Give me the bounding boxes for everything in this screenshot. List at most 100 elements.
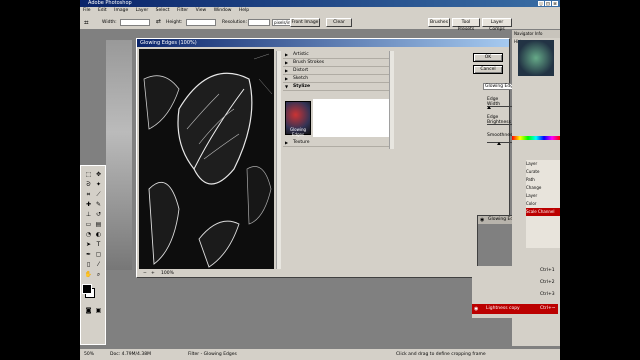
- close-button[interactable]: ×: [552, 1, 558, 6]
- layer-row[interactable]: Ctrl+2: [480, 278, 558, 288]
- menu-layer[interactable]: Layer: [136, 8, 149, 13]
- hand-tool-icon[interactable]: ✋: [84, 270, 93, 279]
- menu-file[interactable]: File: [83, 8, 91, 13]
- folder-brush-strokes[interactable]: ▶ Brush Strokes: [283, 59, 389, 67]
- folder-texture[interactable]: ▶ Texture: [283, 139, 389, 147]
- status-bar: 50% Doc: 4.79M/4.38M Filter - Glowing Ed…: [80, 349, 560, 360]
- healing-brush-icon[interactable]: ✚: [84, 200, 93, 209]
- stamp-tool-icon[interactable]: ⊥: [84, 210, 93, 219]
- swap-icon[interactable]: ⇄: [156, 18, 161, 25]
- color-ramp[interactable]: [512, 136, 560, 140]
- slice-tool-icon[interactable]: ⟋: [94, 190, 103, 199]
- smoothness-knob[interactable]: [497, 142, 501, 145]
- channel-item[interactable]: Path: [526, 176, 560, 184]
- menu-help[interactable]: Help: [239, 8, 249, 13]
- zoom-tool-icon[interactable]: ⌕: [94, 270, 103, 279]
- dialog-title: Glowing Edges (100%): [137, 39, 509, 47]
- marquee-tool-icon[interactable]: ⬚: [84, 170, 93, 179]
- eye-icon[interactable]: ◉: [480, 216, 484, 224]
- layer-row-selected[interactable]: ◉ Lightness copy Ctrl+~: [472, 304, 558, 314]
- cancel-button[interactable]: Cancel: [473, 65, 503, 74]
- type-tool-icon[interactable]: T: [94, 240, 103, 249]
- folder-artistic[interactable]: ▶ Artistic: [283, 51, 389, 59]
- channel-item[interactable]: Change: [526, 184, 560, 192]
- folder-scrollbar[interactable]: [389, 51, 394, 149]
- zoom-value[interactable]: 100%: [161, 270, 174, 277]
- folder-texture-label: Texture: [293, 140, 310, 145]
- ok-button[interactable]: OK: [473, 53, 503, 62]
- channels-list: Layer Curate Path Change Layer Color Sca…: [526, 160, 560, 248]
- blur-tool-icon[interactable]: ◔: [84, 230, 93, 239]
- folder-stylize-label: Stylize: [293, 84, 311, 89]
- lasso-tool-icon[interactable]: ᘐ: [84, 180, 93, 189]
- status-doc-size: Doc: 4.79M/4.38M: [110, 352, 151, 357]
- eyedropper-icon[interactable]: ⁄: [94, 260, 103, 269]
- menu-filter[interactable]: Filter: [177, 8, 188, 13]
- notes-tool-icon[interactable]: ▯: [84, 260, 93, 269]
- status-zoom[interactable]: 50%: [84, 349, 94, 360]
- preview-scrollbar[interactable]: [276, 51, 281, 269]
- width-field[interactable]: [120, 19, 150, 26]
- layer-shortcut: Ctrl+~: [540, 306, 556, 311]
- menu-select[interactable]: Select: [156, 8, 170, 13]
- filter-preview[interactable]: [139, 49, 274, 269]
- folder-sketch-label: Sketch: [293, 76, 309, 81]
- crop-tool-icon[interactable]: ⌗: [84, 18, 89, 28]
- folder-distort[interactable]: ▶ Distort: [283, 67, 389, 75]
- menu-edit[interactable]: Edit: [98, 8, 107, 13]
- smoothness-label: Smoothness: [487, 133, 515, 138]
- width-label: Width:: [102, 20, 117, 25]
- toolbox: ⬚ ✥ ᘐ ✦ ⌗ ⟋ ✚ ✎ ⊥ ↺ ▭ ▤ ◔ ◐ ➤ T ✒ ▢ ▯ ⁄ …: [80, 165, 106, 345]
- folder-brush-strokes-label: Brush Strokes: [293, 60, 325, 65]
- quickmask-icon[interactable]: ◙: [84, 306, 93, 315]
- minimize-button[interactable]: _: [538, 1, 544, 6]
- gradient-tool-icon[interactable]: ▤: [94, 220, 103, 229]
- menu-window[interactable]: Window: [214, 8, 232, 13]
- zoom-minus-button[interactable]: −: [143, 270, 147, 277]
- layer-row[interactable]: Ctrl+1: [480, 266, 558, 276]
- tab-brushes[interactable]: Brushes: [428, 18, 450, 27]
- foreground-color-swatch[interactable]: [82, 284, 92, 294]
- pen-tool-icon[interactable]: ✒: [84, 250, 93, 259]
- history-brush-icon[interactable]: ↺: [94, 210, 103, 219]
- menu-view[interactable]: View: [196, 8, 207, 13]
- height-label: Height:: [166, 20, 183, 25]
- folder-artistic-label: Artistic: [293, 52, 309, 57]
- eraser-tool-icon[interactable]: ▭: [84, 220, 93, 229]
- layers-panel: Ctrl+1 Ctrl+2 Ctrl+3 ◉ Lightness copy Ctr…: [472, 266, 558, 318]
- height-field[interactable]: [186, 19, 216, 26]
- shape-tool-icon[interactable]: ▢: [94, 250, 103, 259]
- maximize-button[interactable]: □: [545, 1, 551, 6]
- resolution-field[interactable]: [248, 19, 270, 26]
- crop-tool-icon[interactable]: ⌗: [84, 190, 93, 199]
- tab-tool-presets[interactable]: Tool Presets: [452, 18, 480, 32]
- layer-row[interactable]: Ctrl+3: [480, 290, 558, 300]
- document-canvas[interactable]: [106, 40, 132, 270]
- zoom-plus-button[interactable]: +: [151, 270, 155, 277]
- dodge-tool-icon[interactable]: ◐: [94, 230, 103, 239]
- path-selection-icon[interactable]: ➤: [84, 240, 93, 249]
- move-tool-icon[interactable]: ✥: [94, 170, 103, 179]
- clear-button[interactable]: Clear: [326, 18, 352, 27]
- layer-shortcut: Ctrl+1: [540, 268, 555, 273]
- navigator-thumbnail[interactable]: [518, 40, 554, 76]
- screen-mode-icon[interactable]: ▣: [94, 306, 103, 315]
- front-image-button[interactable]: Front Image: [290, 18, 320, 27]
- resolution-label: Resolution:: [222, 20, 248, 25]
- layer-shortcut: Ctrl+2: [540, 280, 555, 285]
- folder-stylize[interactable]: ▼ Stylize: [283, 83, 389, 91]
- navigator-tabs[interactable]: Navigator Info Histogram: [512, 30, 560, 44]
- folder-sketch[interactable]: ▶ Sketch: [283, 75, 389, 83]
- tab-layer-comps[interactable]: Layer Comps: [482, 18, 512, 32]
- channel-item[interactable]: Curate: [526, 168, 560, 176]
- channel-item-selected[interactable]: Scale Channel: [526, 208, 560, 216]
- edge-width-knob[interactable]: [487, 106, 491, 109]
- channel-item[interactable]: Color: [526, 200, 560, 208]
- channel-item[interactable]: Layer: [526, 160, 560, 168]
- eye-icon[interactable]: ◉: [474, 304, 478, 314]
- app-title: Adobe Photoshop: [88, 0, 132, 6]
- menu-image[interactable]: Image: [114, 8, 128, 13]
- magic-wand-icon[interactable]: ✦: [94, 180, 103, 189]
- brush-tool-icon[interactable]: ✎: [94, 200, 103, 209]
- channel-item[interactable]: Layer: [526, 192, 560, 200]
